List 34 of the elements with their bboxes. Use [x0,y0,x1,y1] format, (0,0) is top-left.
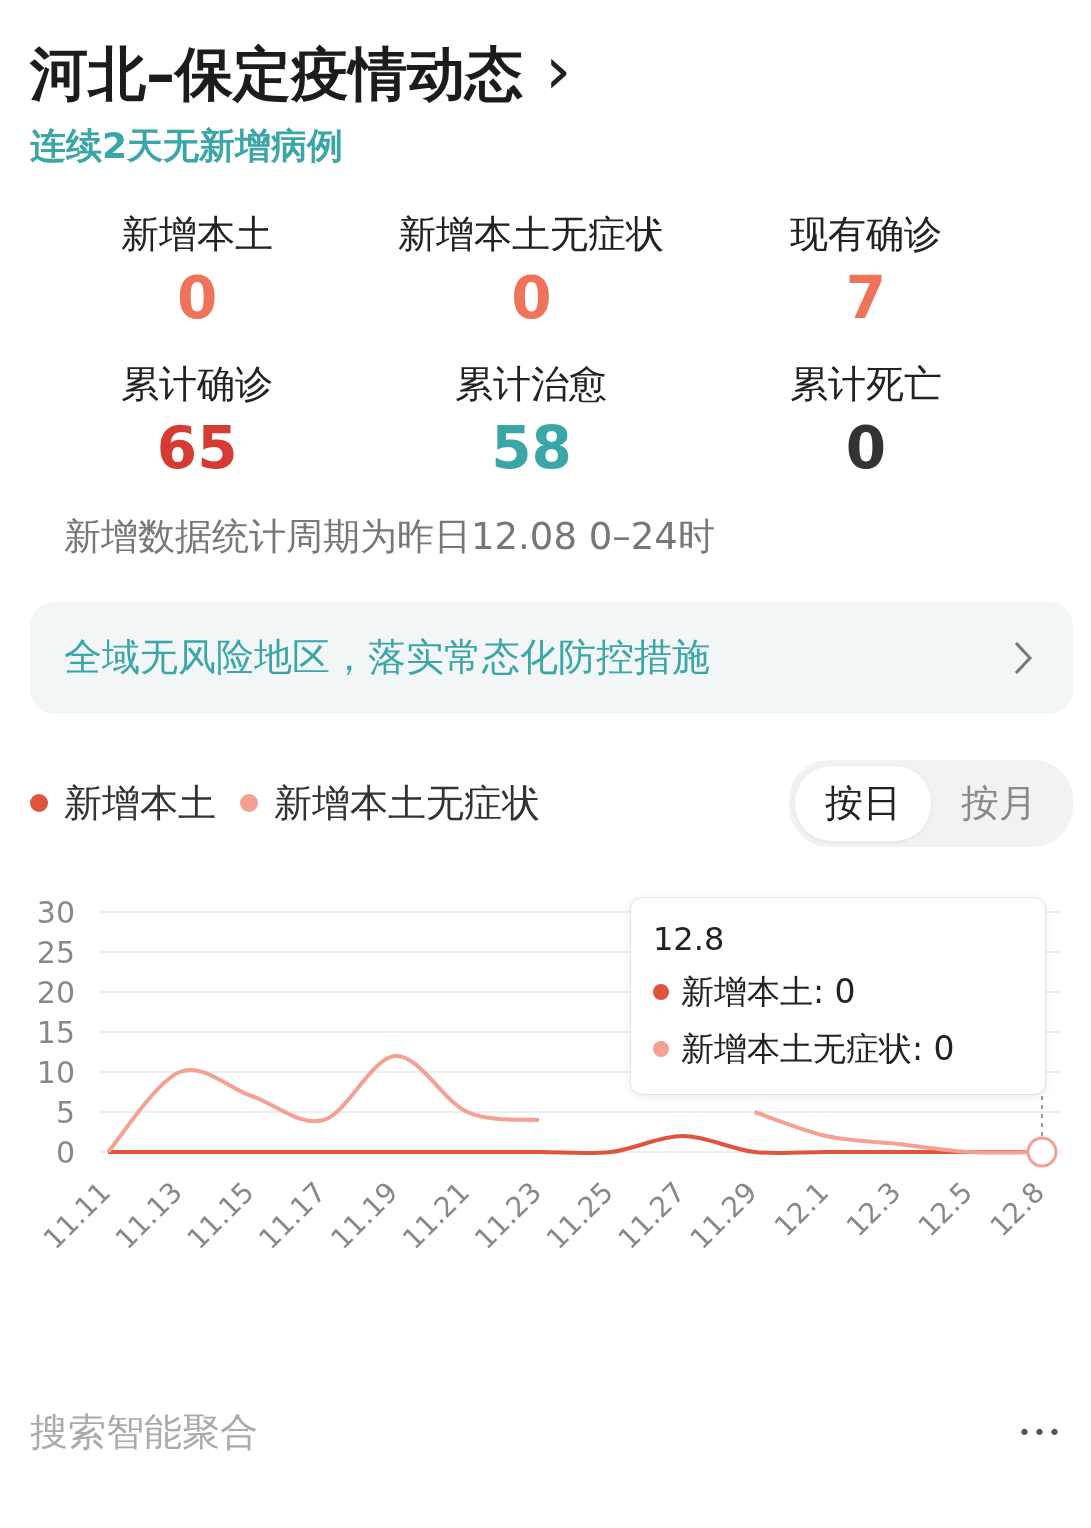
chevron-icon[interactable]: › [545,37,572,104]
banner-text: 全域无风险地区，落实常态化防控措施 [64,634,710,682]
y-axis-label: 25 [36,934,75,970]
y-axis-label: 15 [36,1014,75,1050]
stat-label: 累计死亡 [789,361,942,409]
y-axis-label: 20 [36,974,75,1010]
legend-label: 新增本土无症状 [274,779,540,827]
stat-label: 新增本土无症状 [398,210,665,258]
legend-label: 新增本土 [64,779,216,827]
tooltip-value: 新增本土无症状: 0 [681,1027,955,1070]
tooltip-value: 新增本土: 0 [681,970,856,1013]
chevron-right-icon [1013,639,1033,676]
stat-value: 58 [491,414,572,484]
stat-value: 0 [177,263,218,334]
y-axis-label: 5 [55,1094,75,1130]
status-subtitle: 连续2天无新增病例 [30,123,345,168]
page-title: 河北–保定疫情动态 [30,40,523,110]
stat-value: 0 [511,263,552,334]
stat-value: 7 [845,263,886,334]
tooltip-date: 12.8 [653,919,726,958]
stat-label: 新增本土 [121,210,274,258]
y-axis-label: 30 [36,894,75,930]
hover-point [1026,1136,1058,1168]
stat-label: 现有确诊 [789,210,942,258]
stat-label: 累计确诊 [121,361,274,409]
stat-label: 累计治愈 [455,361,608,409]
more-icon[interactable]: ••• [1018,1420,1063,1445]
stat-value: 65 [156,414,238,484]
data-period-note: 新增数据统计周期为昨日12.08 0–24时 [64,513,716,560]
footer-label: 搜索智能聚合 [30,1409,258,1456]
y-axis-label: 10 [36,1054,75,1090]
period-tab[interactable]: 按日 [795,765,931,841]
stat-value: 0 [845,414,886,484]
y-axis-label: 0 [55,1134,75,1170]
